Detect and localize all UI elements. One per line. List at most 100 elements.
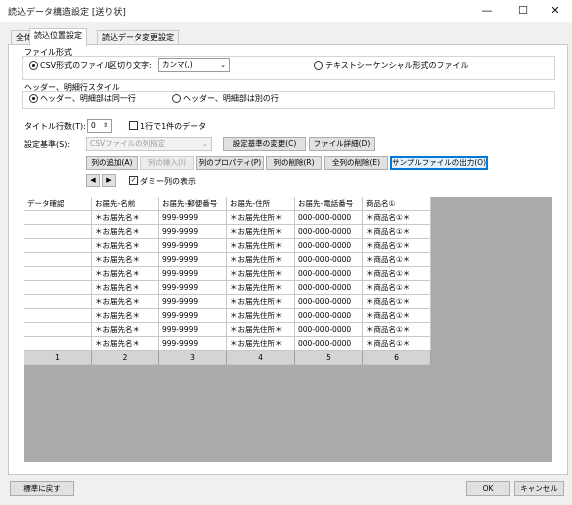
table-cell[interactable]: ＊商品名①＊ [363,253,431,267]
left-arrow-icon[interactable]: ◀ [86,174,100,187]
table-cell[interactable]: 999-9999 [159,225,227,239]
table-cell[interactable]: ＊お届先住所＊ [227,337,295,351]
table-cell[interactable]: 999-9999 [159,253,227,267]
column-header[interactable]: お届先-電話番号 [295,197,363,211]
column-header[interactable]: お届先-郵便番号 [159,197,227,211]
column-number[interactable]: 6 [363,351,431,365]
table-cell[interactable]: 999-9999 [159,295,227,309]
table-cell[interactable]: ＊商品名①＊ [363,309,431,323]
table-cell[interactable]: ＊お届先名＊ [92,267,159,281]
table-cell[interactable]: ＊お届先名＊ [92,225,159,239]
table-cell[interactable]: 999-9999 [159,337,227,351]
column-number[interactable]: 4 [227,351,295,365]
table-cell[interactable]: ＊お届先名＊ [92,323,159,337]
table-cell[interactable]: 000-000-0000 [295,323,363,337]
table-cell[interactable]: 000-000-0000 [295,295,363,309]
table-cell[interactable]: ＊お届先名＊ [92,337,159,351]
table-cell[interactable]: 999-9999 [159,281,227,295]
tab-read-position[interactable]: 読込位置設定 [29,28,87,46]
table-cell[interactable] [24,281,92,295]
table-cell[interactable]: ＊お届先住所＊ [227,295,295,309]
table-cell[interactable]: ＊お届先名＊ [92,211,159,225]
table-cell[interactable]: ＊お届先住所＊ [227,225,295,239]
table-cell[interactable]: ＊お届先名＊ [92,309,159,323]
column-header[interactable]: お届先-住所 [227,197,295,211]
title-rows-spinner[interactable]: 0 ⇕ [87,119,112,133]
table-cell[interactable]: ＊お届先住所＊ [227,211,295,225]
minimize-button[interactable]: — [470,0,504,22]
table-cell[interactable]: ＊商品名①＊ [363,267,431,281]
table-cell[interactable]: ＊お届先住所＊ [227,267,295,281]
same-row-radio[interactable] [29,94,38,103]
csv-radio[interactable] [29,61,38,70]
insert-column-button[interactable]: 列の挿入(I) [140,156,194,170]
column-header[interactable]: 商品名① [363,197,431,211]
table-cell[interactable]: ＊商品名①＊ [363,337,431,351]
table-cell[interactable]: ＊商品名①＊ [363,225,431,239]
table-cell[interactable]: ＊お届先住所＊ [227,253,295,267]
table-cell[interactable] [24,225,92,239]
sample-output-button[interactable]: サンプルファイルの出力(O) [390,156,488,170]
setting-basis-select[interactable]: CSVファイルの列指定 ⌄ [86,137,212,151]
table-cell[interactable]: ＊お届先住所＊ [227,281,295,295]
table-cell[interactable]: 000-000-0000 [295,267,363,281]
ok-button[interactable]: OK [466,481,510,496]
table-cell[interactable]: 000-000-0000 [295,253,363,267]
table-cell[interactable]: ＊お届先住所＊ [227,239,295,253]
maximize-button[interactable]: ☐ [506,0,540,22]
table-cell[interactable]: ＊お届先名＊ [92,295,159,309]
table-cell[interactable] [24,267,92,281]
column-header[interactable]: データ確認 [24,197,92,211]
tab-read-data-change[interactable]: 読込データ変更設定 [97,30,179,45]
table-cell[interactable]: ＊商品名①＊ [363,239,431,253]
change-basis-button[interactable]: 設定基準の変更(C) [223,137,306,151]
table-cell[interactable]: 000-000-0000 [295,281,363,295]
table-cell[interactable]: ＊お届先住所＊ [227,323,295,337]
close-button[interactable]: ✕ [538,0,572,22]
table-cell[interactable] [24,211,92,225]
table-cell[interactable]: 999-9999 [159,211,227,225]
reset-default-button[interactable]: 標準に戻す [10,481,74,496]
table-cell[interactable] [24,323,92,337]
table-cell[interactable]: ＊商品名①＊ [363,295,431,309]
delete-column-button[interactable]: 列の削除(R) [266,156,322,170]
table-cell[interactable]: 000-000-0000 [295,225,363,239]
cancel-button[interactable]: キャンセル [514,481,564,496]
file-detail-button[interactable]: ファイル詳細(D) [309,137,375,151]
sequential-radio[interactable] [314,61,323,70]
column-number[interactable]: 1 [24,351,92,365]
add-column-button[interactable]: 列の追加(A) [86,156,138,170]
table-cell[interactable]: ＊お届先名＊ [92,239,159,253]
table-cell[interactable]: 000-000-0000 [295,337,363,351]
table-cell[interactable]: ＊商品名①＊ [363,281,431,295]
separate-row-radio[interactable] [172,94,181,103]
delete-all-columns-button[interactable]: 全列の削除(E) [324,156,388,170]
table-cell[interactable]: 000-000-0000 [295,239,363,253]
table-cell[interactable]: 999-9999 [159,309,227,323]
table-cell[interactable]: ＊商品名①＊ [363,323,431,337]
table-cell[interactable] [24,295,92,309]
right-arrow-icon[interactable]: ▶ [102,174,116,187]
column-number[interactable]: 5 [295,351,363,365]
table-cell[interactable]: 999-9999 [159,239,227,253]
dummy-column-label: ダミー列の表示 [140,177,196,186]
table-cell[interactable]: 000-000-0000 [295,309,363,323]
column-number[interactable]: 3 [159,351,227,365]
one-line-checkbox[interactable] [129,121,138,130]
dummy-column-checkbox[interactable]: ✓ [129,176,138,185]
column-header[interactable]: お届先-名前 [92,197,159,211]
table-cell[interactable]: ＊お届先住所＊ [227,309,295,323]
table-cell[interactable]: 999-9999 [159,267,227,281]
column-properties-button[interactable]: 列のプロパティ(P) [196,156,264,170]
table-cell[interactable]: 999-9999 [159,323,227,337]
table-cell[interactable] [24,239,92,253]
table-cell[interactable] [24,253,92,267]
table-cell[interactable]: 000-000-0000 [295,211,363,225]
delimiter-select[interactable]: カンマ(,) ⌄ [158,58,230,72]
table-cell[interactable] [24,337,92,351]
table-cell[interactable] [24,309,92,323]
table-cell[interactable]: ＊お届先名＊ [92,253,159,267]
column-number[interactable]: 2 [92,351,159,365]
table-cell[interactable]: ＊お届先名＊ [92,281,159,295]
table-cell[interactable]: ＊商品名①＊ [363,211,431,225]
